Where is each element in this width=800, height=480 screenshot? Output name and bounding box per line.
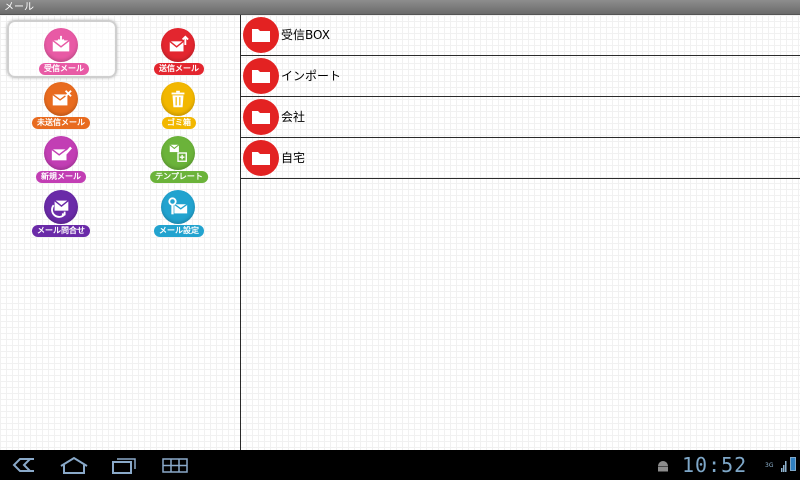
folder-icon: [243, 140, 279, 176]
menu-item-mail-inquiry[interactable]: メール問合せ: [8, 184, 112, 238]
app-title-bar: メール: [0, 0, 800, 15]
folder-icon: [243, 17, 279, 53]
mail-inquiry-icon: [44, 190, 78, 224]
folder-row-inbox[interactable]: 受信BOX: [241, 15, 800, 56]
status-clock: 10:52: [682, 453, 748, 477]
menu-label: メール設定: [154, 225, 204, 237]
folder-row-company[interactable]: 会社: [241, 97, 800, 138]
folder-row-import[interactable]: インポート: [241, 56, 800, 97]
menu-item-trash[interactable]: ゴミ箱: [126, 76, 230, 130]
menu-label: ゴミ箱: [162, 117, 196, 129]
sent-mail-icon: [161, 28, 195, 62]
folder-label: インポート: [281, 69, 342, 83]
menu-item-sent-mail[interactable]: 送信メール: [126, 22, 230, 76]
folder-label: 自宅: [281, 151, 306, 165]
inbox-mail-icon: [44, 28, 78, 62]
home-icon[interactable]: [58, 454, 90, 476]
menu-grid-icon[interactable]: [160, 454, 190, 476]
main-content: 受信メール 送信メール 未送信メール ゴミ箱 新規メール テンプレート メール問…: [0, 15, 800, 450]
menu-label: テンプレート: [150, 171, 208, 183]
menu-label: 受信メール: [39, 63, 89, 75]
folder-icon: [243, 58, 279, 94]
menu-label: 送信メール: [154, 63, 204, 75]
back-icon[interactable]: [10, 454, 38, 476]
folder-list: 受信BOX インポート 会社 自宅: [241, 15, 800, 450]
menu-item-template[interactable]: テンプレート: [126, 130, 230, 184]
mail-settings-icon: [161, 190, 195, 224]
folder-icon: [243, 99, 279, 135]
recent-apps-icon[interactable]: [110, 454, 138, 476]
template-icon: [161, 136, 195, 170]
system-nav-bar: 10:52 3G: [0, 450, 800, 480]
network-type: 3G: [765, 462, 774, 469]
app-title: メール: [4, 2, 34, 13]
menu-item-new-mail[interactable]: 新規メール: [8, 130, 112, 184]
new-mail-icon: [44, 136, 78, 170]
mail-menu-panel: 受信メール 送信メール 未送信メール ゴミ箱 新規メール テンプレート メール問…: [0, 15, 240, 450]
folder-label: 会社: [281, 110, 306, 124]
folder-label: 受信BOX: [281, 28, 330, 42]
unsent-mail-icon: [44, 82, 78, 116]
menu-label: 新規メール: [36, 171, 86, 183]
menu-item-unsent-mail[interactable]: 未送信メール: [8, 76, 112, 130]
menu-label: メール問合せ: [32, 225, 90, 237]
menu-label: 未送信メール: [32, 117, 90, 129]
menu-item-mail-settings[interactable]: メール設定: [126, 184, 230, 238]
menu-item-inbox-mail[interactable]: 受信メール: [7, 20, 117, 78]
folder-row-home[interactable]: 自宅: [241, 138, 800, 179]
android-notification-icon[interactable]: [656, 458, 670, 472]
signal-icon: [781, 457, 787, 472]
battery-icon: [790, 457, 796, 471]
trash-icon: [161, 82, 195, 116]
